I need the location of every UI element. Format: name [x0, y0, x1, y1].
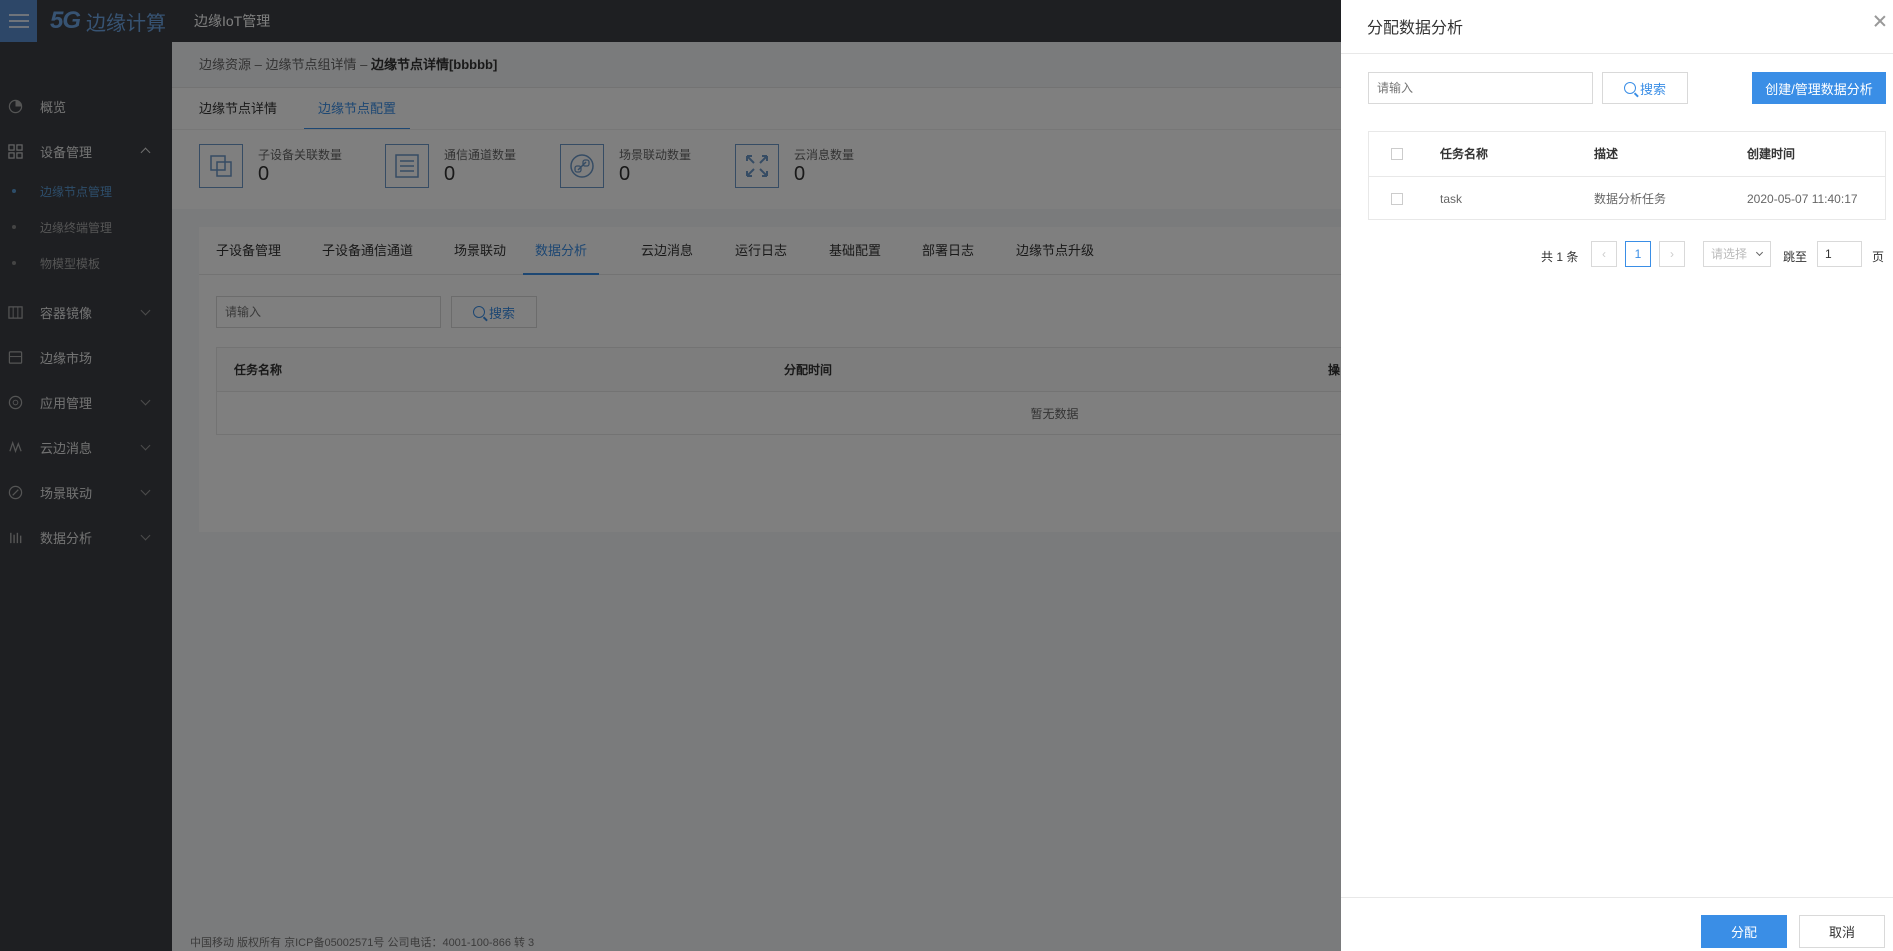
close-icon[interactable] — [1873, 14, 1887, 28]
search-button-label: 搜索 — [1639, 81, 1666, 97]
page-number-button[interactable]: 1 — [1625, 241, 1651, 267]
next-page-button[interactable]: › — [1659, 241, 1685, 267]
column-header-task-name: 任务名称 — [1440, 147, 1489, 161]
table-row[interactable]: task 数据分析任务 2020-05-07 11:40:17 — [1369, 177, 1885, 221]
page-size-select[interactable]: 请选择 — [1703, 241, 1771, 267]
created-time-cell: 2020-05-07 11:40:17 — [1747, 192, 1858, 206]
select-all-checkbox[interactable] — [1391, 148, 1403, 160]
chevron-down-icon — [1755, 248, 1764, 257]
cancel-button[interactable]: 取消 — [1799, 915, 1885, 948]
task-name-cell: task — [1440, 192, 1463, 206]
table-header-row: 任务名称 描述 创建时间 — [1369, 132, 1885, 177]
analysis-task-table: 任务名称 描述 创建时间 task 数据分析任务 2020-05-07 11:4… — [1368, 131, 1886, 220]
drawer-search-button[interactable]: 搜索 — [1602, 72, 1688, 104]
drawer-title: 分配数据分析 — [1367, 20, 1464, 37]
jump-page-input[interactable] — [1817, 241, 1862, 267]
pagination-total: 共 1 条 — [1541, 250, 1579, 264]
pagination: 共 1 条 ‹ 1 › 请选择 跳至 页 — [1341, 241, 1893, 269]
page-suffix: 页 — [1872, 250, 1885, 264]
description-cell: 数据分析任务 — [1594, 192, 1667, 206]
jump-label: 跳至 — [1783, 250, 1808, 264]
drawer-search-input[interactable] — [1368, 72, 1593, 104]
column-header-created-time: 创建时间 — [1747, 147, 1796, 161]
row-checkbox[interactable] — [1391, 193, 1403, 205]
search-icon — [1623, 82, 1636, 94]
create-manage-analysis-button[interactable]: 创建/管理数据分析 — [1752, 72, 1886, 104]
assign-data-analysis-drawer: 分配数据分析 搜索 创建/管理数据分析 任务名称 描述 创建时间 task 数据… — [1341, 0, 1893, 951]
assign-button[interactable]: 分配 — [1701, 915, 1787, 948]
column-header-description: 描述 — [1594, 147, 1619, 161]
page-size-placeholder: 请选择 — [1711, 247, 1748, 261]
drawer-header-divider — [1341, 53, 1893, 54]
drawer-footer-divider — [1341, 897, 1893, 898]
prev-page-button[interactable]: ‹ — [1591, 241, 1617, 267]
